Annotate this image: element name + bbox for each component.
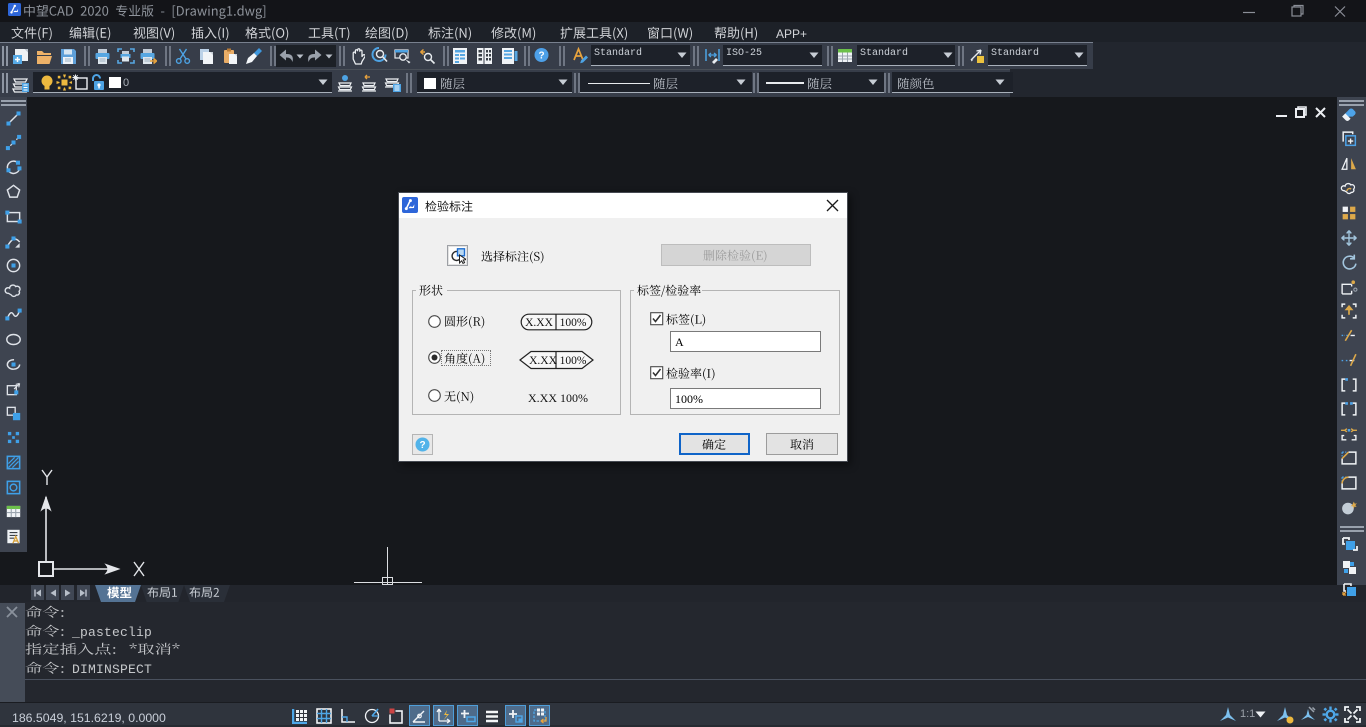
svg-text:?: ? [538,51,544,62]
svg-text:100%: 100% [560,317,587,329]
svg-text:X.XX: X.XX [525,317,553,329]
svg-text:100%: 100% [560,355,587,367]
svg-text:X.XX: X.XX [529,355,557,367]
svg-text:?: ? [419,440,425,451]
